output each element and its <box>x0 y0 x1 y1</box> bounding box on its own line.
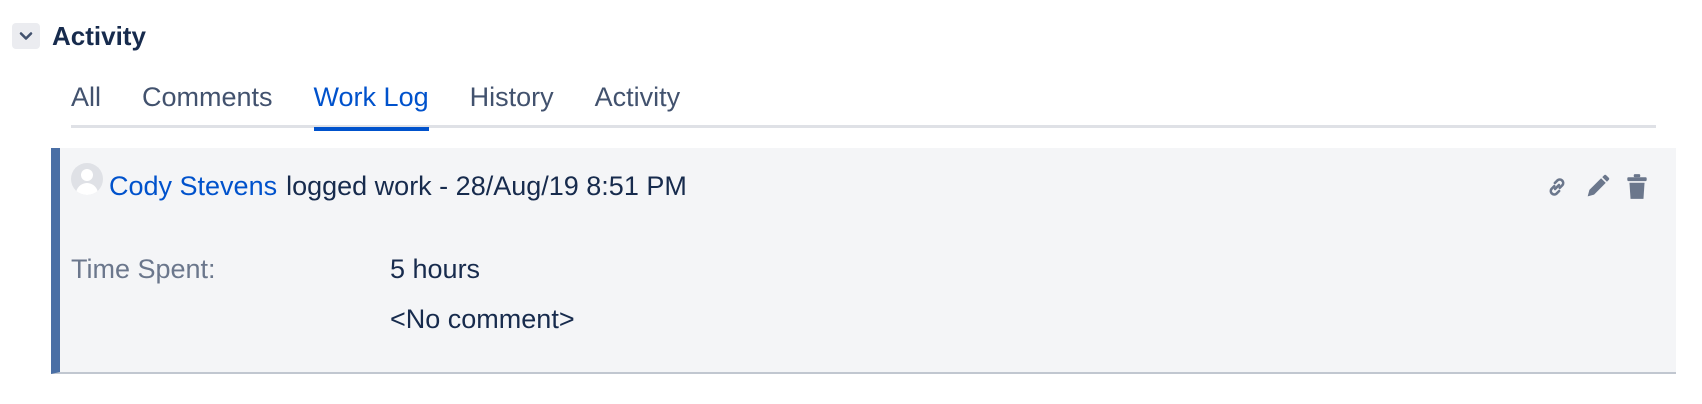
delete-icon <box>1627 174 1647 199</box>
tab-work-log[interactable]: Work Log <box>313 78 429 131</box>
worklog-header: Cody Stevens logged work - 28/Aug/19 8:5… <box>71 163 687 202</box>
worklog-comment: <No comment> <box>390 304 575 334</box>
activity-module-header: Activity <box>12 20 146 52</box>
chevron-down-icon <box>19 32 33 40</box>
edit-button[interactable] <box>1582 172 1612 202</box>
avatar-body-shape <box>76 183 98 195</box>
collapse-toggle-button[interactable] <box>12 23 40 49</box>
delete-button[interactable] <box>1622 172 1652 202</box>
avatar-head-shape <box>81 169 93 181</box>
module-title: Activity <box>52 20 146 51</box>
avatar <box>71 163 103 195</box>
permalink-button[interactable] <box>1542 172 1572 202</box>
worklog-action-text: logged work - 28/Aug/19 8:51 PM <box>286 170 687 201</box>
time-spent-label: Time Spent: <box>71 254 216 284</box>
tab-comments[interactable]: Comments <box>142 78 273 128</box>
edit-icon <box>1587 174 1610 197</box>
tab-all[interactable]: All <box>71 78 101 128</box>
worklog-actions <box>1532 172 1652 202</box>
author-link[interactable]: Cody Stevens <box>109 171 277 202</box>
link-icon <box>1549 178 1565 196</box>
worklog-entry: Cody Stevens logged work - 28/Aug/19 8:5… <box>51 148 1676 374</box>
time-spent-value: 5 hours <box>390 254 481 284</box>
tab-activity[interactable]: Activity <box>595 78 681 128</box>
activity-tabs: All Comments Work Log History Activity <box>71 78 1656 131</box>
tab-history[interactable]: History <box>470 78 554 128</box>
